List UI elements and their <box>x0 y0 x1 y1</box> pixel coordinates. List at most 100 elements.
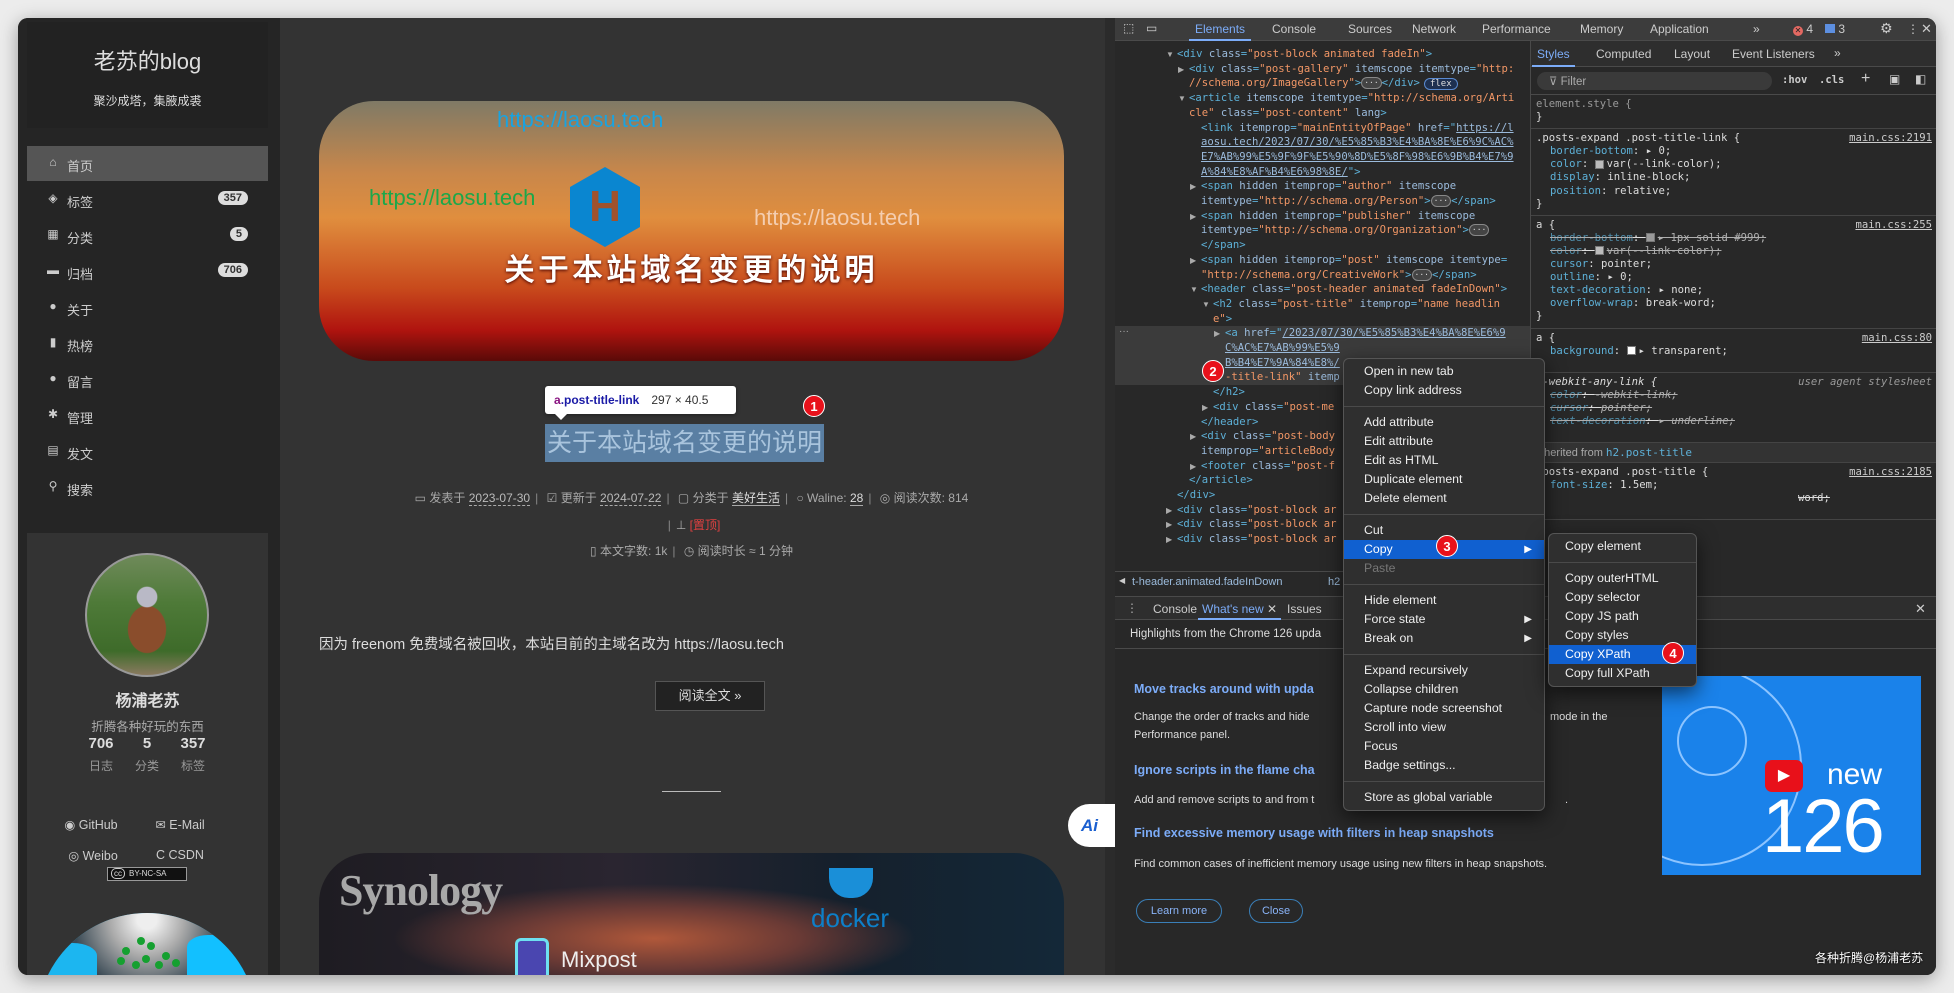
expand-arrow-icon[interactable]: ▼ <box>1190 285 1198 294</box>
license-badge[interactable]: cc BY-NC-SA <box>107 867 187 881</box>
context-menu-item-store-as-global-variable[interactable]: Store as global variable <box>1344 788 1544 807</box>
dom-node-line[interactable]: <header class="post-header animated fade… <box>1201 282 1507 297</box>
breadcrumb-scroll-left-icon[interactable]: ◀ <box>1119 576 1125 585</box>
dom-node-line[interactable]: <div class="post-me <box>1213 400 1334 415</box>
settings-gear-icon[interactable]: ⚙ <box>1880 20 1893 37</box>
menu-item-5[interactable]: ▮ 热榜 <box>27 326 268 361</box>
dom-node-line[interactable]: <div class="post-block ar <box>1177 503 1336 518</box>
visitor-globe[interactable] <box>37 913 257 975</box>
context-menu-item-expand-recursively[interactable]: Expand recursively <box>1344 661 1544 680</box>
css-property[interactable]: background: ▸ transparent; <box>1536 345 1932 358</box>
stat-item[interactable]: 706 日志 <box>75 735 127 774</box>
devtools-tab-memory[interactable]: Memory <box>1580 22 1623 36</box>
dom-node-line[interactable]: <h2 class="post-title" itemprop="name he… <box>1213 297 1500 312</box>
whats-new-item-title[interactable]: Find excessive memory usage with filters… <box>1134 826 1494 840</box>
menu-item-3[interactable]: ▬ 归档 706 <box>27 254 268 289</box>
more-tabs-icon[interactable]: » <box>1753 22 1760 36</box>
context-menu-item-open-in-new-tab[interactable]: Open in new tab <box>1344 362 1544 381</box>
social-link[interactable]: ◉ GitHub <box>51 817 131 832</box>
dom-node-line[interactable]: itemtype="http://schema.org/Person"> ··· <… <box>1201 194 1496 209</box>
whats-new-item-title[interactable]: Move tracks around with upda <box>1134 682 1314 696</box>
drawer-tab-console[interactable]: Console <box>1153 602 1197 616</box>
styles-tab-computed[interactable]: Computed <box>1596 47 1651 61</box>
context-menu-item-force-state[interactable]: Force state ▶ <box>1344 610 1544 629</box>
context-menu-item-break-on[interactable]: Break on ▶ <box>1344 629 1544 648</box>
collapse-arrow-icon[interactable]: ▶ <box>1190 212 1196 221</box>
css-source-link[interactable]: main.css:255 <box>1855 219 1932 232</box>
context-menu-item-badge-settings[interactable]: Badge settings... <box>1344 756 1544 775</box>
ellipsis-badge[interactable]: ··· <box>1468 224 1490 237</box>
attr-link[interactable]: aosu.tech/2023/07/30/%E5%85%B3%E4%BA%8E%… <box>1201 136 1514 148</box>
styles-tab-styles[interactable]: Styles <box>1532 41 1575 67</box>
context-menu-item-edit-attribute[interactable]: Edit attribute <box>1344 432 1544 451</box>
menu-item-6[interactable]: ● 留言 <box>27 362 268 397</box>
dom-node-line[interactable]: </article> <box>1189 473 1253 488</box>
context-menu-item-delete-element[interactable]: Delete element <box>1344 489 1544 508</box>
dom-node-line[interactable]: cle" class="post-content" lang> <box>1189 106 1387 121</box>
css-source-link[interactable]: main.css:2191 <box>1849 132 1932 145</box>
copy-submenu-item-copy-element[interactable]: Copy element <box>1549 537 1696 556</box>
color-swatch[interactable] <box>1594 159 1604 169</box>
dom-node-line[interactable]: </div> <box>1177 488 1215 503</box>
attr-link[interactable]: E7%AB%99%E5%9F%9F%E5%90%8D%E5%8F%98%E6%9… <box>1201 151 1514 163</box>
dom-node-line[interactable]: C%AC%E7%AB%99%E5%9 <box>1225 341 1340 356</box>
context-menu-item-collapse-children[interactable]: Collapse children <box>1344 680 1544 699</box>
context-menu-item-edit-as-html[interactable]: Edit as HTML <box>1344 451 1544 470</box>
context-menu-item-scroll-into-view[interactable]: Scroll into view <box>1344 718 1544 737</box>
social-link[interactable]: ◎ Weibo <box>53 848 133 863</box>
css-property[interactable]: display: inline-block; <box>1536 171 1932 184</box>
dom-node-line[interactable]: itemtype="http://schema.org/Organization… <box>1201 223 1490 238</box>
close-button[interactable]: Close <box>1249 899 1303 923</box>
collapse-arrow-icon[interactable]: ▶ <box>1202 403 1208 412</box>
learn-more-button[interactable]: Learn more <box>1136 899 1222 923</box>
dom-node-line[interactable]: <div class="post-block animated fadeIn"> <box>1177 47 1432 62</box>
dom-node-line[interactable]: aosu.tech/2023/07/30/%E5%85%B3%E4%BA%8E%… <box>1201 135 1514 150</box>
flex-badge[interactable]: flex <box>1423 78 1458 91</box>
css-property[interactable]: font-size: 1.5em; <box>1536 479 1932 492</box>
dom-node-line[interactable]: "http://schema.org/CreativeWork"> ··· </sp… <box>1201 268 1477 283</box>
breadcrumb-item[interactable]: t-header.animated.fadeInDown <box>1132 576 1282 588</box>
errors-badge[interactable]: ✕ 4 <box>1793 22 1813 36</box>
dom-node-line[interactable]: </header> <box>1201 415 1258 430</box>
dom-node-line[interactable]: </h2> <box>1213 385 1245 400</box>
stat-item[interactable]: 357 标签 <box>167 735 219 774</box>
color-swatch[interactable] <box>1594 246 1604 256</box>
styles-filter-input[interactable]: ⊽ Filter <box>1537 72 1772 90</box>
devtools-tab-sources[interactable]: Sources <box>1348 22 1392 36</box>
context-menu-item-copy-link-address[interactable]: Copy link address <box>1344 381 1544 400</box>
context-menu-item-hide-element[interactable]: Hide element <box>1344 591 1544 610</box>
collapse-arrow-icon[interactable]: ▶ <box>1190 182 1196 191</box>
kebab-menu-icon[interactable]: ⋮ <box>1907 22 1919 36</box>
social-link[interactable]: C CSDN <box>140 848 220 862</box>
drawer-tab-whats-new[interactable]: What's new ✕ <box>1198 597 1282 620</box>
devtools-tab-console[interactable]: Console <box>1272 22 1316 36</box>
expand-arrow-icon[interactable]: ▼ <box>1202 300 1210 309</box>
css-property[interactable]: color: -webkit-link; <box>1536 389 1932 402</box>
copy-submenu-item-copy-outerhtml[interactable]: Copy outerHTML <box>1549 569 1696 588</box>
post-banner-image[interactable]: https://laosu.tech https://laosu.tech ht… <box>319 101 1064 361</box>
dom-node-line[interactable]: </span> <box>1201 238 1246 253</box>
css-source-link[interactable]: main.css:2185 <box>1849 466 1932 479</box>
dom-node-line[interactable]: //schema.org/ImageGallery"> ··· </div> flex <box>1189 76 1458 91</box>
class-toggle[interactable]: .cls <box>1819 74 1844 86</box>
dom-node-line[interactable]: <div class="post-block ar <box>1177 532 1336 547</box>
collapse-arrow-icon[interactable]: ▶ <box>1166 506 1172 515</box>
devtools-tab-network[interactable]: Network <box>1412 22 1456 36</box>
collapse-arrow-icon[interactable]: ▶ <box>1166 535 1172 544</box>
comment-count-link[interactable]: 28 <box>849 491 864 506</box>
ai-assistant-button[interactable]: Ai <box>1068 804 1115 847</box>
styles-tab-layout[interactable]: Layout <box>1674 47 1710 61</box>
attr-link[interactable]: /2023/07/30/%E5%85%B3%E4%BA%8E%E6%9 <box>1282 327 1505 339</box>
css-property[interactable]: text-decoration: ▸ underline; <box>1536 415 1932 428</box>
close-drawer-icon[interactable]: ✕ <box>1915 601 1926 617</box>
context-menu-item-duplicate-element[interactable]: Duplicate element <box>1344 470 1544 489</box>
social-link[interactable]: ✉ E-Mail <box>140 817 220 832</box>
attr-link[interactable]: A%84%E8%AF%B4%E6%98%8E/ <box>1201 166 1348 178</box>
copy-submenu-item-copy-js-path[interactable]: Copy JS path <box>1549 607 1696 626</box>
attr-link[interactable]: https://l <box>1456 122 1513 134</box>
dom-node-line[interactable]: e"> <box>1213 312 1232 327</box>
css-property[interactable]: border-bottom: ▸ 0; <box>1536 145 1932 158</box>
css-property[interactable]: overflow-wrap: break-word; <box>1536 297 1932 310</box>
dom-node-line[interactable]: <footer class="post-f <box>1201 459 1335 474</box>
devtools-tab-elements[interactable]: Elements <box>1189 18 1252 41</box>
